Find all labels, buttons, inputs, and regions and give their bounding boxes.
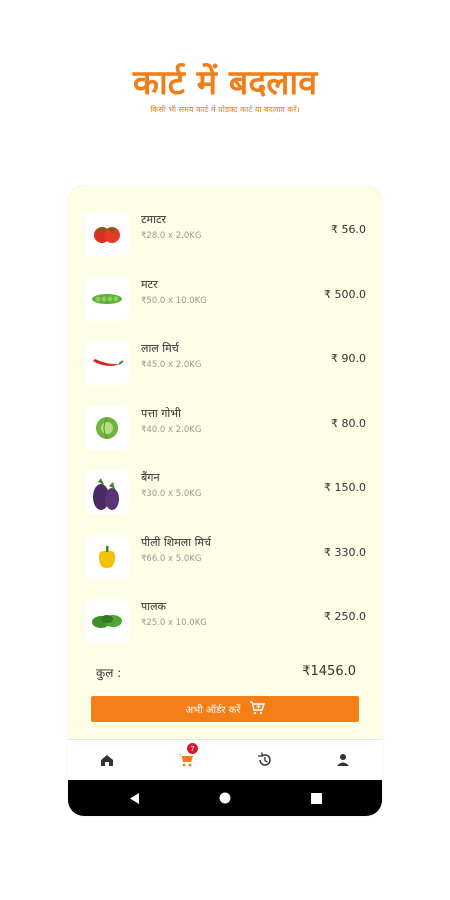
item-total: ₹ 500.0	[324, 287, 366, 301]
tomato-icon	[85, 212, 129, 256]
cart-icon[interactable]: 7	[175, 743, 198, 771]
total-label: कुल :	[96, 666, 122, 680]
item-total: ₹ 250.0	[324, 610, 366, 623]
item-name: लाल मिर्च	[141, 342, 179, 355]
cart-item[interactable]: मटर ₹50.0 x 10.0KG ₹ 500.0	[68, 273, 382, 338]
bottom-nav: 7	[68, 739, 382, 780]
item-quantity: ₹30.0 x 5.0KG	[141, 489, 202, 499]
item-name: पीली शिमला मिर्च	[141, 535, 212, 549]
item-name: मटर	[141, 277, 158, 291]
cart-item[interactable]: पत्ता गोभी ₹40.0 x 2.0KG ₹ 80.0	[68, 402, 382, 467]
yellow-capsicum-icon	[85, 534, 129, 579]
cabbage-icon	[85, 405, 129, 450]
history-icon[interactable]	[254, 749, 276, 771]
total-value: ₹1456.0	[302, 664, 356, 679]
peas-icon	[85, 276, 129, 321]
item-total: ₹ 80.0	[331, 416, 366, 430]
cart-item[interactable]: पालक ₹25.0 x 10.0KG ₹ 250.0	[68, 595, 382, 660]
item-quantity: ₹50.0 x 10.0KG	[141, 295, 207, 306]
item-total: ₹ 90.0	[331, 352, 366, 365]
cart-list: टमाटर ₹28.0 x 2.0KG ₹ 56.0 मटर ₹50.0 x 1…	[68, 208, 382, 660]
brinjal-icon	[85, 470, 129, 514]
item-name: टमाटर	[141, 213, 167, 226]
cart-badge: 7	[187, 743, 198, 754]
home-circle-icon[interactable]	[217, 790, 233, 806]
spinach-icon	[85, 599, 129, 643]
item-name: पालक	[141, 600, 167, 613]
phone-screen: टमाटर ₹28.0 x 2.0KG ₹ 56.0 मटर ₹50.0 x 1…	[68, 186, 382, 816]
order-now-button[interactable]: अभी ऑर्डर करें	[91, 696, 359, 722]
item-total: ₹ 150.0	[324, 481, 366, 494]
cart-item[interactable]: बैंगन ₹30.0 x 5.0KG ₹ 150.0	[68, 466, 382, 531]
system-nav-bar	[68, 780, 382, 816]
item-total: ₹ 330.0	[324, 545, 366, 559]
cart-item[interactable]: लाल मिर्च ₹45.0 x 2.0KG ₹ 90.0	[68, 337, 382, 402]
promo-subtitle: किसी भी समय कार्ट में प्रोडक्ट कार्ट या …	[150, 105, 300, 114]
profile-icon[interactable]	[332, 749, 354, 771]
add-cart-icon	[249, 700, 265, 718]
promo-title: कार्ट में बदलाव	[132, 63, 318, 103]
item-quantity: ₹25.0 x 10.0KG	[141, 618, 207, 628]
red-chilli-icon	[85, 341, 129, 385]
home-icon[interactable]	[96, 749, 118, 771]
order-button-label: अभी ऑर्डर करें	[185, 705, 241, 716]
recents-icon[interactable]	[308, 790, 324, 806]
cart-item[interactable]: पीली शिमला मिर्च ₹66.0 x 5.0KG ₹ 330.0	[68, 531, 382, 596]
cart-item[interactable]: टमाटर ₹28.0 x 2.0KG ₹ 56.0	[68, 208, 382, 273]
item-quantity: ₹40.0 x 2.0KG	[141, 424, 202, 435]
item-total: ₹ 56.0	[331, 223, 366, 236]
back-icon[interactable]	[127, 790, 143, 806]
item-name: पत्ता गोभी	[141, 406, 181, 420]
item-name: बैंगन	[141, 471, 160, 484]
item-quantity: ₹66.0 x 5.0KG	[141, 553, 202, 564]
item-quantity: ₹28.0 x 2.0KG	[141, 231, 202, 241]
cart-total-row: कुल : ₹1456.0	[96, 664, 356, 684]
item-quantity: ₹45.0 x 2.0KG	[141, 360, 202, 370]
